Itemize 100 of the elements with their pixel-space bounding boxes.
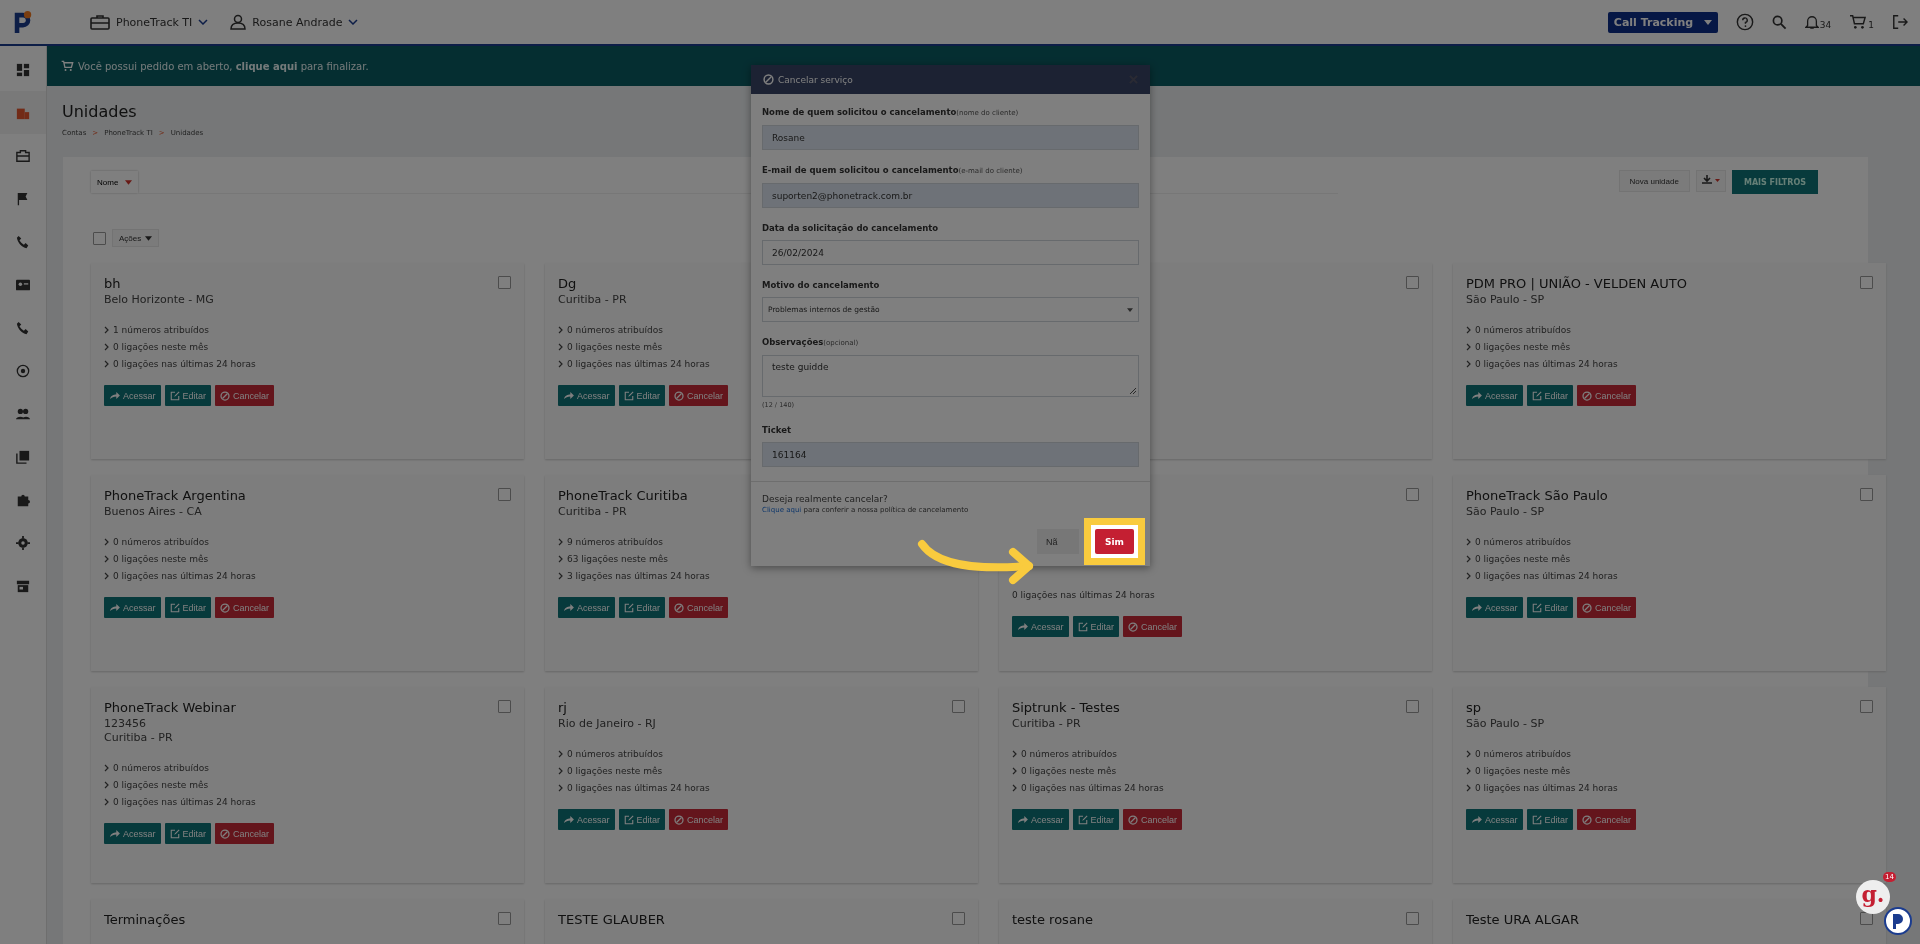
edit-button[interactable]: Editar — [1072, 809, 1120, 830]
readonly-field[interactable]: 161164 — [762, 442, 1139, 467]
cancel-button[interactable]: Cancelar — [215, 597, 275, 618]
cancel-button[interactable]: Cancelar — [215, 385, 275, 406]
card-checkbox[interactable] — [952, 700, 965, 713]
no-button[interactable]: Nã — [1037, 529, 1079, 554]
cancel-button[interactable]: Cancelar — [669, 385, 729, 406]
help-icon[interactable] — [1735, 13, 1754, 31]
card-checkbox[interactable] — [952, 912, 965, 925]
card-checkbox[interactable] — [1860, 700, 1873, 713]
readonly-field[interactable]: suporten2@phonetrack.com.br — [762, 183, 1139, 208]
access-button[interactable]: Acessar — [558, 809, 615, 830]
actions-dropdown[interactable]: Ações — [112, 229, 160, 247]
unit-stat: 0 ligações neste mês — [1475, 342, 1571, 352]
cancel-button[interactable]: Cancelar — [1123, 616, 1183, 637]
share-arrow-icon — [109, 603, 120, 612]
readonly-field[interactable]: Rosane — [762, 125, 1139, 150]
cancel-button[interactable]: Cancelar — [1577, 385, 1637, 406]
card-checkbox[interactable] — [1406, 276, 1419, 289]
card-checkbox[interactable] — [498, 912, 511, 925]
access-button[interactable]: Acessar — [1466, 385, 1523, 406]
chevron-right-icon — [1466, 326, 1471, 334]
unit-stat: 0 números atribuídos — [1021, 749, 1117, 759]
cancel-button[interactable]: Cancelar — [669, 597, 729, 618]
unit-name: PhoneTrack Curitiba — [558, 488, 688, 503]
more-filters-button[interactable]: MAIS FILTROS — [1731, 170, 1818, 194]
edit-button[interactable]: Editar — [164, 597, 212, 618]
chat-logo-icon[interactable] — [1884, 907, 1912, 935]
cancel-button[interactable]: Cancelar — [1123, 809, 1183, 830]
card-checkbox[interactable] — [1406, 488, 1419, 501]
unit-stat: 0 ligações nas últimas 24 horas — [113, 359, 256, 369]
access-button[interactable]: Acessar — [558, 385, 615, 406]
ban-icon — [674, 602, 685, 613]
access-button[interactable]: Acessar — [104, 823, 161, 844]
sidebar-item[interactable] — [0, 91, 46, 134]
new-unit-button[interactable]: Nova unidade — [1618, 170, 1690, 192]
select-all-checkbox[interactable] — [93, 231, 106, 245]
finish-order-link[interactable]: clique aqui — [235, 60, 298, 72]
cancel-button[interactable]: Cancelar — [669, 809, 729, 830]
people-icon — [16, 406, 30, 421]
card-checkbox[interactable] — [498, 700, 511, 713]
notifications-button[interactable]: 34 — [1804, 14, 1832, 30]
access-button[interactable]: Acessar — [1466, 809, 1523, 830]
edit-button[interactable]: Editar — [164, 823, 212, 844]
library-icon — [16, 449, 30, 464]
card-checkbox[interactable] — [1406, 700, 1419, 713]
edit-button[interactable]: Editar — [1526, 597, 1574, 618]
unit-stat: 0 ligações nas últimas 24 horas — [567, 783, 710, 793]
yes-button[interactable]: Sim — [1095, 529, 1134, 554]
page-title: Unidades — [62, 102, 137, 121]
user-icon — [230, 14, 247, 30]
card-checkbox[interactable] — [1860, 912, 1873, 925]
unit-stat: 0 ligações neste mês — [1475, 766, 1571, 776]
cancel-button[interactable]: Cancelar — [1577, 597, 1637, 618]
unit-stat: 0 ligações neste mês — [1475, 554, 1571, 564]
unit-stat: 0 ligações neste mês — [567, 766, 663, 776]
product-selector[interactable]: Call Tracking — [1607, 11, 1718, 33]
edit-button[interactable]: Editar — [1526, 809, 1574, 830]
card-checkbox[interactable] — [498, 488, 511, 501]
unit-stat: 0 ligações nas últimas 24 horas — [567, 359, 710, 369]
edit-button[interactable]: Editar — [618, 385, 666, 406]
notes-textarea[interactable]: teste guidde — [762, 355, 1139, 397]
card-checkbox[interactable] — [1860, 276, 1873, 289]
unit-name: teste rosane — [1012, 912, 1094, 927]
access-button[interactable]: Acessar — [1012, 809, 1069, 830]
company-selector[interactable]: PhoneTrack TI — [90, 14, 209, 30]
date-field[interactable]: 26/02/2024 — [762, 240, 1139, 265]
edit-button[interactable]: Editar — [618, 809, 666, 830]
card-checkbox[interactable] — [498, 276, 511, 289]
unit-stat: 0 ligações neste mês — [113, 342, 209, 352]
chevron-down-icon — [198, 19, 209, 25]
unit-stat: 63 ligações neste mês — [567, 554, 668, 564]
sort-dropdown[interactable]: Nome — [91, 171, 139, 193]
download-button[interactable] — [1695, 170, 1726, 192]
unit-location: Belo Horizonte - MG — [104, 293, 214, 307]
unit-location: 123456 — [104, 717, 146, 731]
briefcase-icon — [90, 14, 110, 30]
access-button[interactable]: Acessar — [1466, 597, 1523, 618]
edit-button[interactable]: Editar — [1526, 385, 1574, 406]
access-button[interactable]: Acessar — [104, 597, 161, 618]
chevron-right-icon — [104, 555, 109, 563]
unit-stat: 0 ligações nas últimas 24 horas — [1012, 590, 1155, 600]
access-button[interactable]: Acessar — [104, 385, 161, 406]
user-menu[interactable]: Rosane Andrade — [230, 14, 359, 30]
field-label: Motivo do cancelamento — [762, 279, 881, 292]
access-button[interactable]: Acessar — [1012, 616, 1069, 637]
access-button[interactable]: Acessar — [558, 597, 615, 618]
card-checkbox[interactable] — [1860, 488, 1873, 501]
edit-button[interactable]: Editar — [164, 385, 212, 406]
cancel-button[interactable]: Cancelar — [1577, 809, 1637, 830]
phone-icon — [16, 234, 30, 249]
edit-button[interactable]: Editar — [618, 597, 666, 618]
cart-button[interactable]: 1 — [1849, 14, 1874, 30]
card-checkbox[interactable] — [1406, 912, 1419, 925]
logout-icon[interactable] — [1892, 14, 1908, 30]
cancel-button[interactable]: Cancelar — [215, 823, 275, 844]
unit-name: sp — [1466, 700, 1482, 715]
edit-button[interactable]: Editar — [1072, 616, 1120, 637]
logo-icon[interactable] — [12, 9, 34, 35]
search-icon[interactable] — [1771, 14, 1787, 30]
